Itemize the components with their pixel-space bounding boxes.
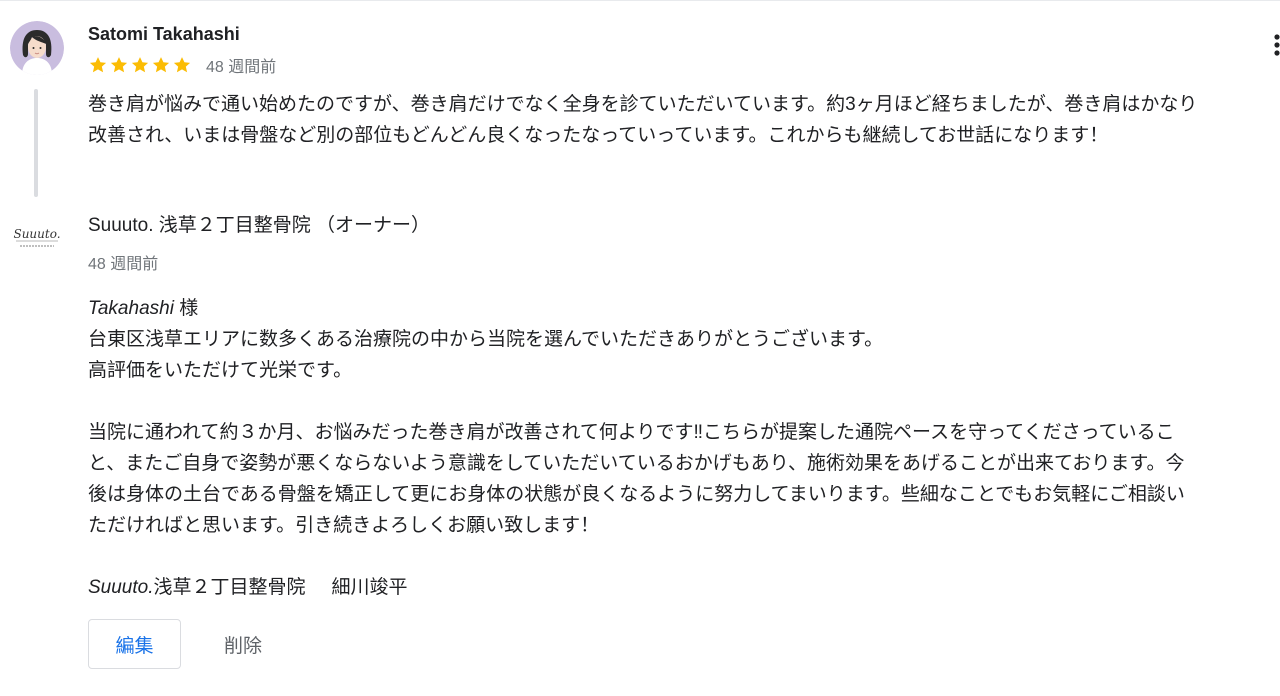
reviewer-avatar[interactable] <box>10 21 64 75</box>
salutation-suffix: 様 <box>173 298 199 319</box>
woman-avatar-icon <box>10 21 64 75</box>
review-time: 48 週間前 <box>206 59 277 76</box>
reply-salutation: Takahashi 様 <box>88 293 1200 324</box>
thread-divider <box>34 89 38 197</box>
star-icon <box>173 57 191 73</box>
star-icon <box>89 57 107 73</box>
owner-logo: Suuuto. <box>10 222 64 252</box>
review-text: 巻き肩が悩みで通い始めたのですが、巻き肩だけでなく全身を診ていただいています。約… <box>88 94 1198 146</box>
star-icon <box>152 57 170 73</box>
rating-row: 48 週間前 <box>88 53 276 77</box>
salutation-name: Takahashi <box>88 298 174 319</box>
star-rating <box>88 55 192 75</box>
signature-clinic: 浅草２丁目整骨院 <box>153 577 306 598</box>
top-divider <box>0 0 1280 1</box>
signature-brand: Suuuto. <box>88 577 154 598</box>
reviewer-name[interactable]: Satomi Takahashi <box>88 24 240 45</box>
reply-paragraph-1-line-1: 台東区浅草エリアに数多くある治療院の中から当院を選んでいただきありがとうございま… <box>88 329 884 350</box>
more-vert-icon <box>1274 34 1280 56</box>
reply-paragraph-2: 当院に通われて約３か月、お悩みだった巻き肩が改善されて何よりです‼こちらが提案し… <box>88 422 1185 536</box>
review-card: Satomi Takahashi 48 週間前 巻き肩が悩みで通い始めたのですが… <box>0 0 1280 696</box>
owner-reply-time: 48 週間前 <box>88 256 159 273</box>
star-icon <box>110 57 128 73</box>
signature-person: 細川竣平 <box>331 577 408 598</box>
svg-text:Suuuto.: Suuuto. <box>13 227 60 241</box>
delete-button[interactable]: 削除 <box>200 619 286 669</box>
reply-paragraph-1-line-2: 高評価をいただけて光栄です。 <box>88 360 353 381</box>
owner-reply-text: Takahashi 様 台東区浅草エリアに数多くある治療院の中から当院を選んでい… <box>88 293 1200 603</box>
star-icon <box>131 57 149 73</box>
owner-name[interactable]: Suuuto. 浅草２丁目整骨院 （オーナー） <box>88 210 430 237</box>
more-options-button[interactable] <box>1268 32 1280 60</box>
reply-signature: Suuuto.浅草２丁目整骨院 細川竣平 <box>88 572 1200 603</box>
clinic-logo-icon: Suuuto. <box>13 227 61 247</box>
edit-button[interactable]: 編集 <box>88 619 181 669</box>
